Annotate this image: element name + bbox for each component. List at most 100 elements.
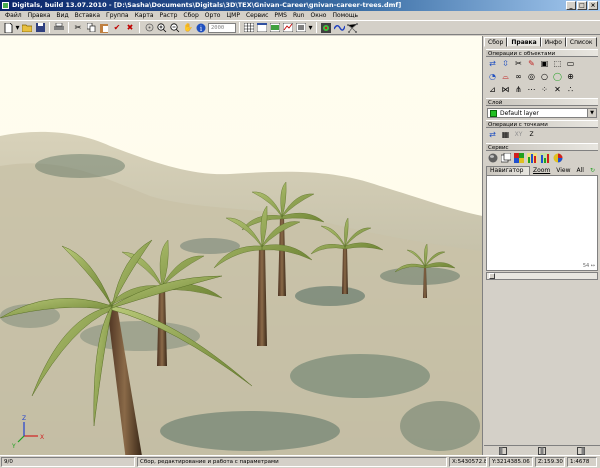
main-toolbar: ▾ ✂ ✔ ✖ ✋ i 2000 ▾ bbox=[0, 20, 600, 35]
scrollbar-thumb[interactable] bbox=[489, 273, 495, 279]
pointer-icon[interactable] bbox=[143, 22, 155, 34]
menu-edit[interactable]: Правка bbox=[25, 11, 54, 20]
close-button[interactable]: × bbox=[588, 1, 598, 10]
split-icon[interactable]: ⋔ bbox=[513, 84, 524, 95]
copy-layers-icon[interactable] bbox=[500, 152, 511, 163]
terrain-shadow bbox=[400, 401, 480, 451]
dots-icon[interactable]: ⁘ bbox=[539, 84, 550, 95]
point-z-button[interactable]: Z bbox=[526, 129, 537, 140]
point-swap-icon[interactable]: ⇄ bbox=[487, 129, 498, 140]
frame-icon[interactable]: ⬚ bbox=[552, 58, 563, 69]
group-point-operations[interactable]: Операции с точками bbox=[486, 120, 598, 128]
chevron-down-icon[interactable]: ▼ bbox=[587, 109, 596, 117]
bars-icon[interactable] bbox=[539, 152, 550, 163]
menu-view[interactable]: Вид bbox=[53, 11, 71, 20]
menu-insert[interactable]: Вставка bbox=[72, 11, 103, 20]
minimize-button[interactable]: _ bbox=[566, 1, 576, 10]
delete-icon[interactable]: ✖ bbox=[124, 22, 136, 34]
menu-window[interactable]: Окно bbox=[308, 11, 330, 20]
join-icon[interactable]: ⋈ bbox=[500, 84, 511, 95]
mesh-icon[interactable]: ⋯ bbox=[526, 84, 537, 95]
scissors-icon[interactable]: ✂ bbox=[513, 58, 524, 69]
group-object-operations[interactable]: Операции с объектами bbox=[486, 49, 598, 57]
raster-icon[interactable] bbox=[295, 22, 307, 34]
swap-icon[interactable]: ⇄ bbox=[487, 58, 498, 69]
navigator-scrollbar[interactable] bbox=[486, 272, 598, 280]
terrain-shadow bbox=[160, 411, 340, 451]
menu-map[interactable]: Карта bbox=[132, 11, 157, 20]
maximize-button[interactable]: □ bbox=[577, 1, 587, 10]
menu-help[interactable]: Помощь bbox=[329, 11, 361, 20]
polyline-icon[interactable]: ⊿ bbox=[487, 84, 498, 95]
menu-service[interactable]: Сервис bbox=[243, 11, 271, 20]
rotate-icon[interactable]: ◔ bbox=[487, 71, 498, 82]
title-bar: Digitals, build 13.07.2010 - [D:\Sasha\D… bbox=[0, 0, 600, 11]
dropdown-icon[interactable]: ▾ bbox=[15, 22, 20, 34]
check-icon[interactable]: ✔ bbox=[111, 22, 123, 34]
points-icon[interactable]: ∴ bbox=[565, 84, 576, 95]
histogram-icon[interactable] bbox=[526, 152, 537, 163]
zoom-out-icon[interactable] bbox=[169, 22, 181, 34]
point-grid-icon[interactable]: ▦ bbox=[500, 129, 511, 140]
new-icon[interactable] bbox=[2, 22, 14, 34]
menu-pms[interactable]: PMS bbox=[271, 11, 290, 20]
axis-label-x: X bbox=[40, 434, 44, 441]
paste-icon[interactable] bbox=[98, 22, 110, 34]
circle-icon[interactable]: ○ bbox=[539, 71, 550, 82]
tab-collect[interactable]: Сбор bbox=[484, 37, 508, 47]
navigator-tab-view[interactable]: View bbox=[553, 167, 573, 175]
menu-raster[interactable]: Растр bbox=[157, 11, 181, 20]
zoom-in-icon[interactable] bbox=[156, 22, 168, 34]
sphere-icon[interactable] bbox=[487, 152, 498, 163]
target-icon[interactable]: ⊕ bbox=[565, 71, 576, 82]
network-icon[interactable] bbox=[346, 22, 358, 34]
refresh-icon[interactable]: ↻ bbox=[587, 167, 598, 175]
open-icon[interactable] bbox=[21, 22, 33, 34]
cross-icon[interactable]: ✕ bbox=[552, 84, 563, 95]
menu-collect[interactable]: Сбор bbox=[180, 11, 201, 20]
link-icon[interactable]: ∞ bbox=[513, 71, 524, 82]
copy-icon[interactable] bbox=[85, 22, 97, 34]
pen-icon[interactable]: ✎ bbox=[526, 58, 537, 69]
palette-icon[interactable] bbox=[513, 152, 524, 163]
menu-dem[interactable]: ЦМР bbox=[223, 11, 242, 20]
tab-edit[interactable]: Правка bbox=[507, 37, 541, 47]
arc-icon[interactable]: ⌓ bbox=[500, 71, 511, 82]
grid-icon[interactable] bbox=[243, 22, 255, 34]
menu-group[interactable]: Группа bbox=[103, 11, 132, 20]
oval-icon[interactable]: ◯ bbox=[552, 71, 563, 82]
node-icon[interactable]: ▣ bbox=[539, 58, 550, 69]
camera-icon[interactable] bbox=[320, 22, 332, 34]
point-xy-button[interactable]: XY bbox=[513, 129, 524, 140]
move-icon[interactable]: ⇳ bbox=[500, 58, 511, 69]
print-icon[interactable] bbox=[53, 22, 65, 34]
line-icon[interactable]: ▭ bbox=[565, 58, 576, 69]
navigator-pane[interactable]: 54 ↔ bbox=[486, 175, 598, 271]
navigator-tab-all[interactable]: All bbox=[574, 167, 587, 175]
menu-file[interactable]: Файл bbox=[2, 11, 25, 20]
layer-select[interactable]: Default layer ▼ bbox=[487, 108, 597, 118]
menu-ortho[interactable]: Орто bbox=[202, 11, 224, 20]
dropdown-icon[interactable]: ▾ bbox=[308, 22, 313, 34]
terrain-shadow bbox=[290, 354, 430, 398]
menu-run[interactable]: Run bbox=[290, 11, 308, 20]
side-panel: Сбор Правка Инфо Список Операции с объек… bbox=[484, 36, 600, 455]
3d-viewport[interactable]: X Z Y bbox=[0, 36, 483, 455]
info-icon[interactable]: i bbox=[195, 22, 207, 34]
tab-info[interactable]: Инфо bbox=[540, 37, 566, 47]
table-icon[interactable] bbox=[256, 22, 268, 34]
group-layer[interactable]: Слой bbox=[486, 98, 598, 106]
pan-icon[interactable]: ✋ bbox=[182, 22, 194, 34]
menu-bar: Файл Правка Вид Вставка Группа Карта Рас… bbox=[0, 11, 600, 20]
ring-icon[interactable]: ◎ bbox=[526, 71, 537, 82]
scale-input[interactable]: 2000 bbox=[208, 22, 236, 33]
navigator-tab-zoom[interactable]: Zoom bbox=[530, 167, 553, 175]
layers-icon[interactable] bbox=[269, 22, 281, 34]
vector-icon[interactable] bbox=[282, 22, 294, 34]
tab-list[interactable]: Список bbox=[565, 37, 597, 47]
save-icon[interactable] bbox=[34, 22, 46, 34]
color-wheel-icon[interactable] bbox=[552, 152, 563, 163]
cut-icon[interactable]: ✂ bbox=[72, 22, 84, 34]
curve-icon[interactable] bbox=[333, 22, 345, 34]
group-service[interactable]: Сервис bbox=[486, 143, 598, 151]
